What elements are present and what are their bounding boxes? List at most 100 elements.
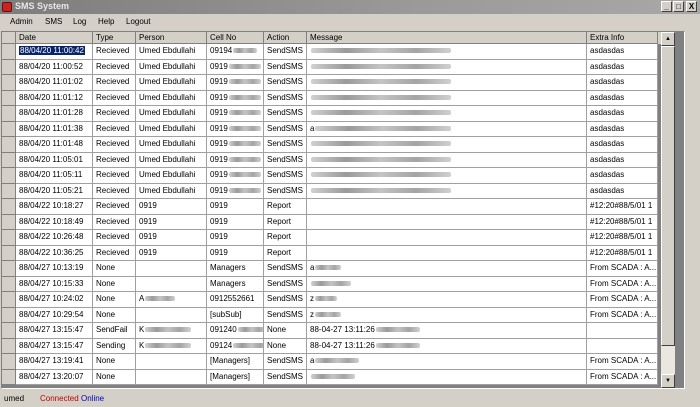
cell-message[interactable]	[307, 168, 587, 184]
cell-cell-no[interactable]: [subSub]	[207, 307, 264, 323]
scroll-up-button[interactable]: ▲	[661, 32, 675, 46]
cell-person[interactable]: K	[136, 323, 207, 339]
cell-cell-no[interactable]: 0919	[207, 137, 264, 153]
cell-type[interactable]: None	[93, 354, 136, 370]
cell-cell-no[interactable]: [Managers]	[207, 369, 264, 385]
cell-extra-info[interactable]: #12:20#88/5/01 1	[587, 245, 658, 261]
cell-type[interactable]: Recieved	[93, 168, 136, 184]
cell-date[interactable]: 88/04/27 13:15:47	[16, 338, 93, 354]
column-header-person[interactable]: Person	[136, 32, 207, 44]
cell-action[interactable]: Report	[264, 230, 307, 246]
row-header[interactable]	[2, 90, 16, 106]
table-row[interactable]: 88/04/20 11:05:21 Recieved Umed Ebdullahi 0…	[2, 183, 661, 199]
cell-cell-no[interactable]: Managers	[207, 276, 264, 292]
cell-extra-info[interactable]: From SCADA : A...	[587, 307, 658, 323]
cell-message[interactable]	[307, 44, 587, 60]
cell-cell-no[interactable]: 0912552661	[207, 292, 264, 308]
cell-extra-info[interactable]	[587, 338, 658, 354]
cell-cell-no[interactable]: 0919	[207, 59, 264, 75]
cell-action[interactable]: SendSMS	[264, 75, 307, 91]
table-row[interactable]: 88/04/27 13:15:47 SendFail K 091240 None 88-0…	[2, 323, 661, 339]
cell-message[interactable]	[307, 369, 587, 385]
cell-type[interactable]: None	[93, 292, 136, 308]
cell-extra-info[interactable]: asdasdas	[587, 152, 658, 168]
cell-action[interactable]: SendSMS	[264, 44, 307, 60]
cell-extra-info[interactable]: #12:20#88/5/01 1	[587, 214, 658, 230]
cell-person[interactable]: Umed Ebdullahi	[136, 137, 207, 153]
cell-extra-info[interactable]: #12:20#88/5/01 1	[587, 230, 658, 246]
row-header[interactable]	[2, 137, 16, 153]
cell-extra-info[interactable]: asdasdas	[587, 121, 658, 137]
table-row[interactable]: 88/04/20 11:01:02 Recieved Umed Ebdullahi 0…	[2, 75, 661, 91]
cell-type[interactable]: Recieved	[93, 199, 136, 215]
cell-type[interactable]: None	[93, 369, 136, 385]
cell-type[interactable]: SendFail	[93, 323, 136, 339]
row-header[interactable]	[2, 121, 16, 137]
cell-extra-info[interactable]: From SCADA : A...	[587, 292, 658, 308]
cell-extra-info[interactable]: From SCADA : A...	[587, 369, 658, 385]
cell-action[interactable]: SendSMS	[264, 121, 307, 137]
cell-action[interactable]: SendSMS	[264, 276, 307, 292]
cell-date[interactable]: 88/04/20 11:00:52	[16, 59, 93, 75]
cell-date[interactable]: 88/04/22 10:18:49	[16, 214, 93, 230]
cell-cell-no[interactable]: 09194	[207, 44, 264, 60]
table-row[interactable]: 88/04/20 11:01:38 Recieved Umed Ebdullahi 0…	[2, 121, 661, 137]
cell-message[interactable]	[307, 137, 587, 153]
cell-message[interactable]: 88-04-27 13:11:26	[307, 338, 587, 354]
cell-date[interactable]: 88/04/27 10:13:19	[16, 261, 93, 277]
cell-type[interactable]: Recieved	[93, 59, 136, 75]
cell-cell-no[interactable]: [Managers]	[207, 354, 264, 370]
row-header[interactable]	[2, 369, 16, 385]
cell-type[interactable]: None	[93, 261, 136, 277]
cell-date[interactable]: 88/04/20 11:05:01	[16, 152, 93, 168]
cell-type[interactable]: Recieved	[93, 230, 136, 246]
menu-logout[interactable]: Logout	[126, 16, 150, 27]
table-row[interactable]: 88/04/20 11:01:48 Recieved Umed Ebdullahi 0…	[2, 137, 661, 153]
cell-message[interactable]	[307, 59, 587, 75]
cell-person[interactable]: Umed Ebdullahi	[136, 75, 207, 91]
cell-message[interactable]: 88-04-27 13:11:26	[307, 323, 587, 339]
row-header[interactable]	[2, 323, 16, 339]
cell-action[interactable]: None	[264, 338, 307, 354]
cell-action[interactable]: SendSMS	[264, 183, 307, 199]
table-row[interactable]: 88/04/22 10:36:25 Recieved 0919 0919 Report #…	[2, 245, 661, 261]
row-header[interactable]	[2, 245, 16, 261]
row-header[interactable]	[2, 75, 16, 91]
table-row[interactable]: 88/04/27 13:20:07 None [Managers] SendSMS Fr…	[2, 369, 661, 385]
cell-message[interactable]: a	[307, 121, 587, 137]
row-header[interactable]	[2, 44, 16, 60]
cell-date[interactable]: 88/04/20 11:05:11	[16, 168, 93, 184]
column-header-message[interactable]: Message	[307, 32, 587, 44]
cell-extra-info[interactable]: asdasdas	[587, 137, 658, 153]
cell-type[interactable]: Sending	[93, 338, 136, 354]
cell-person[interactable]: Umed Ebdullahi	[136, 183, 207, 199]
cell-message[interactable]	[307, 106, 587, 122]
scroll-thumb[interactable]	[661, 46, 675, 346]
cell-message[interactable]	[307, 214, 587, 230]
cell-action[interactable]: SendSMS	[264, 307, 307, 323]
cell-message[interactable]	[307, 90, 587, 106]
cell-extra-info[interactable]: asdasdas	[587, 183, 658, 199]
cell-type[interactable]: Recieved	[93, 245, 136, 261]
cell-person[interactable]	[136, 276, 207, 292]
row-header[interactable]	[2, 354, 16, 370]
cell-cell-no[interactable]: 0919	[207, 214, 264, 230]
column-header-action[interactable]: Action	[264, 32, 307, 44]
cell-person[interactable]: Umed Ebdullahi	[136, 106, 207, 122]
cell-action[interactable]: Report	[264, 199, 307, 215]
cell-extra-info[interactable]: asdasdas	[587, 75, 658, 91]
cell-message[interactable]	[307, 230, 587, 246]
cell-extra-info[interactable]: From SCADA : A...	[587, 354, 658, 370]
cell-cell-no[interactable]: 0919	[207, 152, 264, 168]
column-header-type[interactable]: Type	[93, 32, 136, 44]
cell-action[interactable]: Report	[264, 214, 307, 230]
row-header[interactable]	[2, 214, 16, 230]
cell-date[interactable]: 88/04/20 11:01:02	[16, 75, 93, 91]
cell-type[interactable]: Recieved	[93, 75, 136, 91]
cell-person[interactable]: 0919	[136, 214, 207, 230]
table-row[interactable]: 88/04/27 13:15:47 Sending K 09124 None 88-04-…	[2, 338, 661, 354]
row-header[interactable]	[2, 338, 16, 354]
cell-extra-info[interactable]: asdasdas	[587, 59, 658, 75]
cell-message[interactable]	[307, 183, 587, 199]
cell-date[interactable]: 88/04/27 13:19:41	[16, 354, 93, 370]
